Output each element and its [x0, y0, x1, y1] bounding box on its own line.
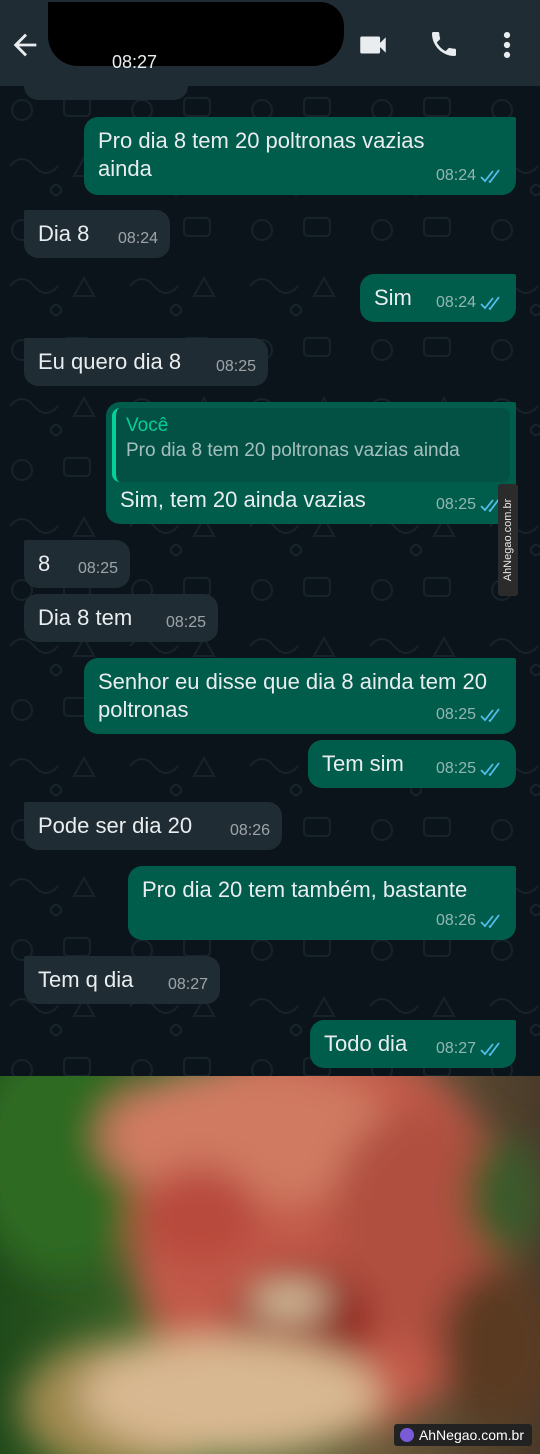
- message-time: 08:24: [117, 230, 158, 247]
- reaction-photo: AhNegao.com.br: [0, 1076, 540, 1454]
- double-check-icon: [480, 169, 500, 183]
- message-time: 08:25: [165, 614, 206, 631]
- message-time: 07:51: [108, 86, 148, 95]
- message-bubble-incoming[interactable]: Tem q dia 08:27: [24, 956, 220, 1004]
- message-bubble-incoming[interactable]: Eu quero dia 8 08:25: [24, 338, 268, 386]
- partial-message-bubble: 07:51: [24, 86, 188, 100]
- double-check-icon: [480, 762, 500, 776]
- double-check-icon: [480, 1042, 500, 1056]
- back-arrow-icon[interactable]: [8, 28, 42, 62]
- watermark-side: AhNegao.com.br: [498, 484, 518, 596]
- header-time: 08:27: [112, 52, 158, 72]
- redacted-contact-name[interactable]: [48, 2, 344, 66]
- message-text: Pro dia 8 tem 20 poltronas vazias ainda: [98, 128, 425, 181]
- message-bubble-outgoing[interactable]: Sim 08:24: [360, 274, 516, 322]
- message-time: 08:25: [435, 496, 476, 513]
- message-bubble-outgoing[interactable]: Todo dia 08:27: [310, 1020, 516, 1068]
- message-time: 08:24: [435, 167, 476, 184]
- more-options-icon[interactable]: [496, 28, 518, 62]
- message-bubble-outgoing[interactable]: Pro dia 8 tem 20 poltronas vazias ainda …: [84, 117, 516, 195]
- message-time: 08:25: [215, 358, 256, 375]
- video-call-icon[interactable]: [356, 28, 390, 62]
- logo-icon: [399, 1428, 414, 1442]
- message-text: Sim, tem 20 ainda vazias: [120, 487, 366, 512]
- quoted-message[interactable]: Você Pro dia 8 tem 20 poltronas vazias a…: [112, 408, 510, 482]
- message-time: 08:26: [435, 912, 476, 929]
- double-check-icon: [480, 914, 500, 928]
- message-bubble-incoming[interactable]: 8 08:25: [24, 540, 130, 588]
- message-bubble-outgoing[interactable]: Tem sim 08:25: [308, 740, 516, 788]
- message-text: Pro dia 20 tem também, bastante: [142, 877, 468, 902]
- message-time: 08:25: [435, 706, 476, 723]
- blurred-face-image: [0, 1076, 540, 1454]
- chat-area[interactable]: 07:51 Pro dia 8 tem 20 poltronas vazias …: [0, 86, 540, 1076]
- watermark-bottom-text: AhNegao.com.br: [418, 1427, 524, 1443]
- message-bubble-incoming[interactable]: Pode ser dia 20 08:26: [24, 802, 282, 850]
- message-time: 08:27: [435, 1040, 476, 1057]
- message-time: 08:24: [435, 294, 476, 311]
- message-time: 08:25: [435, 760, 476, 777]
- chat-header: 08:27: [0, 0, 540, 86]
- message-bubble-outgoing[interactable]: Pro dia 20 tem também, bastante 08:26: [128, 866, 516, 940]
- double-check-icon: [480, 296, 500, 310]
- watermark-bottom: AhNegao.com.br: [393, 1424, 532, 1446]
- message-time: 08:26: [229, 822, 270, 839]
- message-bubble-outgoing[interactable]: Senhor eu disse que dia 8 ainda tem 20 p…: [84, 658, 516, 734]
- quote-author: Você: [126, 415, 169, 436]
- double-check-icon: [480, 708, 500, 722]
- message-time: 08:25: [77, 560, 118, 577]
- watermark-side-text: AhNegao.com.br: [502, 498, 514, 582]
- message-bubble-outgoing-reply[interactable]: Você Pro dia 8 tem 20 poltronas vazias a…: [106, 402, 516, 524]
- quote-text: Pro dia 8 tem 20 poltronas vazias ainda: [126, 440, 460, 461]
- voice-call-icon[interactable]: [428, 28, 460, 60]
- message-bubble-incoming[interactable]: Dia 8 tem 08:25: [24, 594, 218, 642]
- message-time: 08:27: [167, 976, 208, 993]
- message-bubble-incoming[interactable]: Dia 8 08:24: [24, 210, 170, 258]
